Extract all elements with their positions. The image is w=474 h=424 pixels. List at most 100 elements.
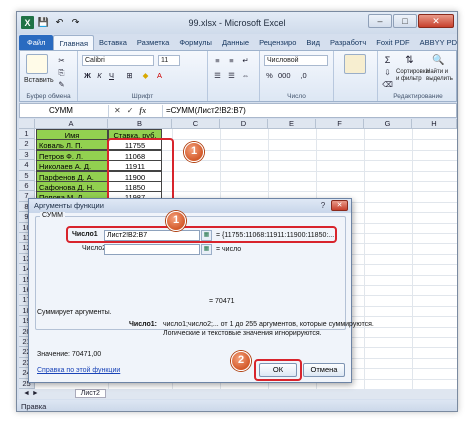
align-center-icon[interactable]: ☰ — [226, 70, 237, 81]
paste-label[interactable]: Вставить — [24, 77, 54, 84]
tab-data[interactable]: Данные — [217, 35, 254, 50]
row-header-1[interactable]: 1 — [19, 129, 35, 140]
enter-formula-icon[interactable]: ✓ — [127, 106, 134, 115]
bold-icon[interactable]: Ж — [82, 70, 93, 81]
row-header-3[interactable]: 3 — [19, 149, 35, 161]
merge-icon[interactable]: ⇔ — [240, 70, 251, 81]
font-name-select[interactable]: Calibri — [82, 55, 154, 66]
insert-function-icon[interactable]: fx — [139, 106, 146, 115]
ok-highlight — [254, 359, 302, 381]
minimize-button[interactable]: – — [368, 14, 392, 28]
column-header-d[interactable]: D — [220, 119, 268, 129]
column-header-f[interactable]: F — [316, 119, 364, 129]
align-top-icon[interactable]: ≡ — [212, 55, 223, 66]
sort-filter-icon[interactable]: ⇅ — [404, 55, 415, 66]
name-cell[interactable]: Парфенов Д. А. — [36, 170, 108, 182]
dialog-help-button[interactable]: ? — [317, 201, 329, 211]
select-all-corner[interactable] — [19, 119, 35, 129]
title-bar: X 💾 ↶ ↷ 99.xlsx - Microsoft Excel – □ ✕ — [17, 12, 457, 34]
arg2-collapse-icon[interactable]: ▦ — [201, 244, 212, 255]
name-cell[interactable]: Николаев А. Д. — [36, 160, 108, 172]
find-icon[interactable]: 🔍 — [432, 55, 444, 66]
sheet-tabs-bar: ◄ ► Лист2 — [19, 389, 457, 399]
tab-file[interactable]: Файл — [19, 35, 54, 50]
tab-view[interactable]: Вид — [301, 35, 325, 50]
borders-icon[interactable]: ⊞ — [124, 70, 135, 81]
font-color-icon[interactable]: A — [154, 70, 165, 81]
row-header-2[interactable]: 2 — [19, 139, 35, 150]
arg1-highlight — [66, 226, 337, 243]
thousands-icon[interactable]: 000 — [278, 70, 291, 81]
function-help-link[interactable]: Справка по этой функции — [37, 367, 120, 374]
column-header-g[interactable]: G — [364, 119, 412, 129]
name-box[interactable]: СУММ — [21, 105, 109, 117]
tab-formulas[interactable]: Формулы — [174, 35, 217, 50]
clipboard-group: Вставить ✂ ⎘ ✎ Буфер обмена — [20, 51, 78, 101]
fill-color-icon[interactable]: ◆ — [140, 70, 151, 81]
arg2-result: = число — [216, 246, 242, 253]
step-badge-1-dialog: 1 — [166, 211, 186, 231]
wrap-text-icon[interactable]: ↵ — [240, 55, 251, 66]
autosum-icon[interactable]: Σ — [382, 55, 393, 66]
formula-total: = 70471 — [209, 298, 235, 305]
name-cell[interactable]: Коваль Л. П. — [36, 139, 108, 151]
tab-insert[interactable]: Вставка — [94, 35, 132, 50]
cancel-button[interactable]: Отмена — [303, 363, 345, 377]
row-header-6[interactable]: 6 — [19, 181, 35, 192]
underline-icon[interactable]: Ч — [106, 70, 117, 81]
name-cell[interactable]: Сафонова Д. Н. — [36, 181, 108, 192]
header-name-cell[interactable]: Имя — [36, 129, 108, 140]
dialog-close-button[interactable]: ✕ — [331, 200, 348, 211]
number-format-select[interactable]: Числовой — [264, 55, 328, 66]
function-name-label: СУММ — [40, 212, 65, 219]
function-description: Суммирует аргументы. — [37, 309, 112, 316]
cut-icon[interactable]: ✂ — [56, 55, 67, 66]
find-select-label[interactable]: Найти и выделить — [426, 69, 456, 83]
alignment-group: ≡ ≡ ↵ ☰ ☰ ⇔ — [208, 51, 260, 101]
align-middle-icon[interactable]: ≡ — [226, 55, 237, 66]
function-arguments-dialog: Аргументы функции ? ✕ СУММ Число1 Лист2!… — [28, 198, 374, 383]
font-group-label: Шрифт — [131, 93, 154, 100]
name-cell[interactable]: Петров Ф. Л. — [36, 149, 108, 161]
row-header-5[interactable]: 5 — [19, 170, 35, 181]
sheet-nav-arrows[interactable]: ◄ ► — [19, 390, 41, 397]
sheet-tab-current[interactable]: Лист2 — [74, 389, 106, 398]
status-bar: Правка — [17, 400, 457, 411]
close-button[interactable]: ✕ — [418, 14, 454, 28]
formula-input[interactable]: =СУММ(Лист2!B2:B7) — [162, 105, 246, 117]
tab-review[interactable]: Рецензиро — [254, 35, 301, 50]
copy-icon[interactable]: ⎘ — [56, 67, 67, 78]
arg2-input[interactable] — [104, 244, 200, 255]
fill-icon[interactable]: ⇩ — [382, 67, 393, 78]
styles-icon[interactable] — [344, 54, 366, 74]
clipboard-group-label: Буфер обмена — [26, 93, 71, 100]
tab-abbyy[interactable]: ABBYY PDF — [415, 35, 457, 50]
column-header-b[interactable]: B — [108, 119, 172, 129]
dialog-title: Аргументы функции — [29, 199, 351, 213]
sort-filter-label[interactable]: Сортировка и фильтр — [396, 69, 429, 83]
paste-icon[interactable] — [26, 54, 48, 74]
row-header-4[interactable]: 4 — [19, 160, 35, 171]
tab-foxit[interactable]: Foxit PDF — [371, 35, 414, 50]
column-header-a[interactable]: A — [35, 119, 108, 129]
clear-icon[interactable]: ⌫ — [382, 79, 393, 90]
column-header-h[interactable]: H — [412, 119, 457, 129]
tab-home[interactable]: Главная — [53, 35, 94, 50]
font-group: Calibri 11 Ж К Ч ⊞ ◆ A Шрифт — [78, 51, 208, 101]
align-left-icon[interactable]: ☰ — [212, 70, 223, 81]
tab-layout[interactable]: Разметка — [132, 35, 174, 50]
currency-icon[interactable]: % — [264, 70, 275, 81]
ribbon: Вставить ✂ ⎘ ✎ Буфер обмена Calibri 11 Ж… — [19, 50, 457, 102]
decimal-icon[interactable]: ,0 — [298, 70, 309, 81]
tab-developer[interactable]: Разработч — [325, 35, 371, 50]
font-size-select[interactable]: 11 — [158, 55, 180, 66]
maximize-button[interactable]: □ — [393, 14, 417, 28]
column-header-c[interactable]: C — [172, 119, 220, 129]
styles-group — [334, 51, 378, 101]
argument-description-line2: Логические и текстовые значения игнориру… — [163, 330, 322, 337]
column-header-e[interactable]: E — [268, 119, 316, 129]
cancel-formula-icon[interactable]: ✕ — [114, 106, 121, 115]
format-painter-icon[interactable]: ✎ — [56, 79, 67, 90]
italic-icon[interactable]: К — [94, 70, 105, 81]
arg2-label: Число2 — [82, 245, 107, 252]
